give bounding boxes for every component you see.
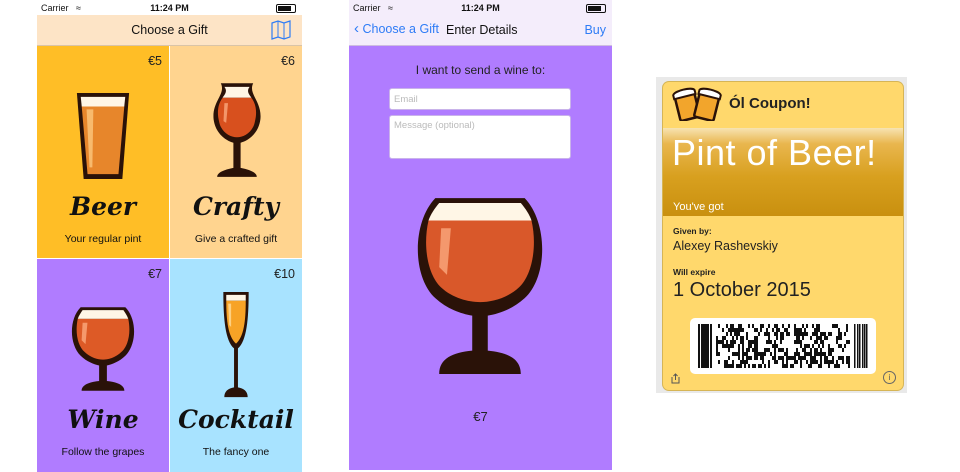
gift-name: Wine [67, 405, 139, 434]
status-time: 11:24 PM [150, 3, 189, 13]
gift-description: The fancy one [202, 446, 270, 458]
gift-list-screen: Carrier ≈ 11:24 PM Choose a Gift €5 Beer… [37, 0, 302, 472]
email-field[interactable] [389, 88, 571, 110]
champagne-flute-icon [223, 291, 249, 398]
recipient-prompt: I want to send a wine to: [415, 63, 546, 77]
map-icon[interactable] [270, 20, 292, 40]
details-screen: Carrier ≈ 11:24 PM ‹ Choose a Gift Enter… [349, 0, 612, 470]
back-button[interactable]: ‹ Choose a Gift [354, 20, 439, 37]
chevron-left-icon: ‹ [354, 20, 359, 37]
pint-glass-icon [76, 92, 130, 180]
status-bar: Carrier ≈ 11:24 PM [349, 0, 612, 15]
pass-strip: Pint of Beer! You've got [663, 128, 903, 216]
back-button-label: Choose a Gift [362, 22, 439, 36]
gift-price: €5 [148, 54, 162, 68]
snifter-glass-icon [417, 198, 543, 374]
buy-button[interactable]: Buy [584, 23, 606, 37]
gift-tile-wine[interactable]: €7 Wine Follow the grapes [37, 259, 169, 472]
page-title: Enter Details [446, 23, 518, 37]
pdf417-barcode [698, 324, 868, 368]
pass-header: Ól Coupon! [663, 82, 903, 124]
info-icon[interactable]: i [883, 371, 896, 384]
gift-price: €10 [274, 267, 295, 281]
gift-price: €6 [281, 54, 295, 68]
given-by-value: Alexey Rashevskiy [673, 239, 778, 253]
gift-name: Crafty [192, 192, 280, 221]
gift-description: Follow the grapes [61, 446, 145, 458]
nav-bar: Choose a Gift [37, 15, 302, 46]
gift-description: Give a crafted gift [194, 233, 278, 245]
pass-strip-label: You've got [673, 201, 724, 213]
gift-price: €7 [148, 267, 162, 281]
tulip-glass-icon [213, 83, 261, 177]
gift-name: Cocktail [178, 405, 294, 434]
clinking-beers-icon [672, 87, 722, 121]
gift-tile-cocktail[interactable]: €10 Cocktail The fancy one [170, 259, 302, 472]
expire-label: Will expire [673, 267, 716, 277]
selected-price: €7 [473, 409, 488, 424]
nav-bar: ‹ Choose a Gift Enter Details Buy [349, 15, 612, 46]
gift-tile-beer[interactable]: €5 Beer Your regular pint [37, 46, 169, 258]
gift-name: Beer [69, 192, 137, 221]
battery-icon [276, 4, 296, 13]
snifter-glass-icon [71, 307, 135, 391]
page-title: Choose a Gift [131, 23, 208, 37]
pass-logo-text: Ól Coupon! [729, 95, 811, 112]
barcode-container [690, 318, 876, 374]
pass-strip-value: Pint of Beer! [672, 132, 877, 173]
gift-tile-crafty[interactable]: €6 Crafty Give a crafted gift [170, 46, 302, 258]
gift-description: Your regular pint [64, 233, 142, 245]
share-icon[interactable] [670, 373, 681, 384]
coupon-pass: Ól Coupon! Pint of Beer! You've got Give… [663, 82, 903, 390]
expire-value: 1 October 2015 [673, 279, 811, 301]
message-field[interactable] [389, 115, 571, 159]
status-bar: Carrier ≈ 11:24 PM [37, 0, 302, 15]
given-by-label: Given by: [673, 226, 712, 236]
battery-icon [586, 4, 606, 13]
status-time: 11:24 PM [461, 3, 500, 13]
